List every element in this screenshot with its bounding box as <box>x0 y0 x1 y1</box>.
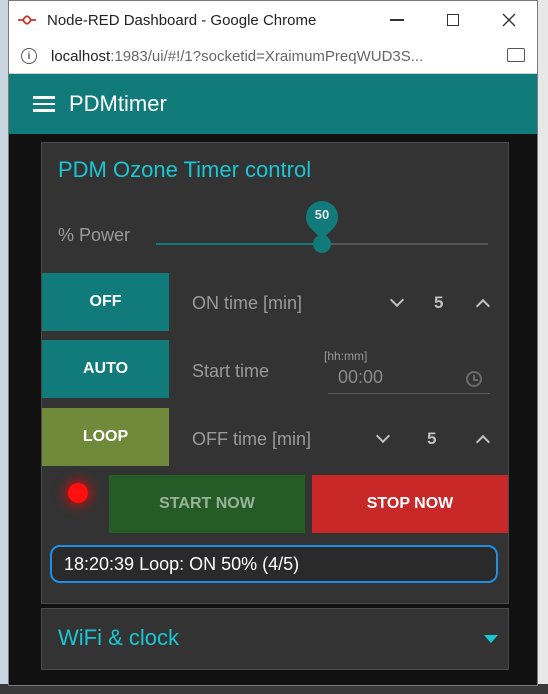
time-format-hint: [hh:mm] <box>324 349 368 363</box>
status-led <box>68 483 88 503</box>
off-button[interactable]: OFF <box>42 273 169 331</box>
slider-fill <box>156 243 322 245</box>
chevron-up-icon[interactable] <box>475 298 491 314</box>
status-text: 18:20:39 Loop: ON 50% (4/5) <box>50 545 498 583</box>
site-info-icon[interactable]: i <box>21 48 37 64</box>
off-time-label: OFF time [min] <box>192 429 312 449</box>
expand-icon[interactable] <box>484 635 498 643</box>
timer-group: PDM Ozone Timer control % Power 50 OFF O… <box>41 142 509 604</box>
maximize-icon[interactable] <box>425 1 481 39</box>
slider-thumb[interactable] <box>313 235 331 253</box>
start-time-input[interactable]: 00:00 <box>328 365 490 394</box>
url-text[interactable]: localhost:1983/ui/#!/1?socketid=XraimumP… <box>51 48 491 65</box>
url-path: :1983/ui/#!/1?socketid=XraimumPreqWUD3S.… <box>110 47 424 65</box>
minimize-icon[interactable] <box>369 1 425 39</box>
start-now-button[interactable]: START NOW <box>109 475 305 533</box>
window-titlebar: Node-RED Dashboard - Google Chrome <box>9 1 537 39</box>
address-bar[interactable]: i localhost:1983/ui/#!/1?socketid=Xraimu… <box>9 39 537 74</box>
start-time-label: Start time <box>192 361 270 381</box>
desktop-right-strip <box>538 0 548 694</box>
close-icon[interactable] <box>481 1 537 39</box>
page-title: PDMtimer <box>69 91 167 116</box>
power-slider-label: % Power <box>58 225 131 245</box>
slider-value: 50 <box>314 207 330 222</box>
on-time-value: 5 <box>434 293 444 312</box>
window-title: Node-RED Dashboard - Google Chrome <box>47 11 317 29</box>
stop-now-button[interactable]: STOP NOW <box>312 475 508 533</box>
loop-button[interactable]: LOOP <box>42 408 169 466</box>
cast-icon[interactable] <box>507 48 525 62</box>
dashboard-toolbar: PDMtimer <box>9 74 537 134</box>
chevron-up-icon[interactable] <box>475 434 491 450</box>
node-red-icon <box>18 15 36 25</box>
wifi-group[interactable]: WiFi & clock <box>41 608 509 670</box>
group-title: PDM Ozone Timer control <box>58 157 312 182</box>
dashboard-content: PDM Ozone Timer control % Power 50 OFF O… <box>9 134 537 685</box>
menu-icon[interactable] <box>33 96 55 112</box>
wifi-group-title: WiFi & clock <box>58 625 179 650</box>
power-slider[interactable]: 50 <box>156 194 488 253</box>
clock-icon[interactable] <box>466 371 482 387</box>
on-time-label: ON time [min] <box>192 293 303 313</box>
start-time-value: 00:00 <box>338 367 384 387</box>
off-time-value: 5 <box>427 429 437 448</box>
browser-window: Node-RED Dashboard - Google Chrome i loc… <box>8 0 538 686</box>
chevron-down-icon[interactable] <box>375 428 391 444</box>
url-host: localhost <box>51 47 111 65</box>
chevron-down-icon[interactable] <box>389 292 405 308</box>
auto-button[interactable]: AUTO <box>42 340 169 398</box>
